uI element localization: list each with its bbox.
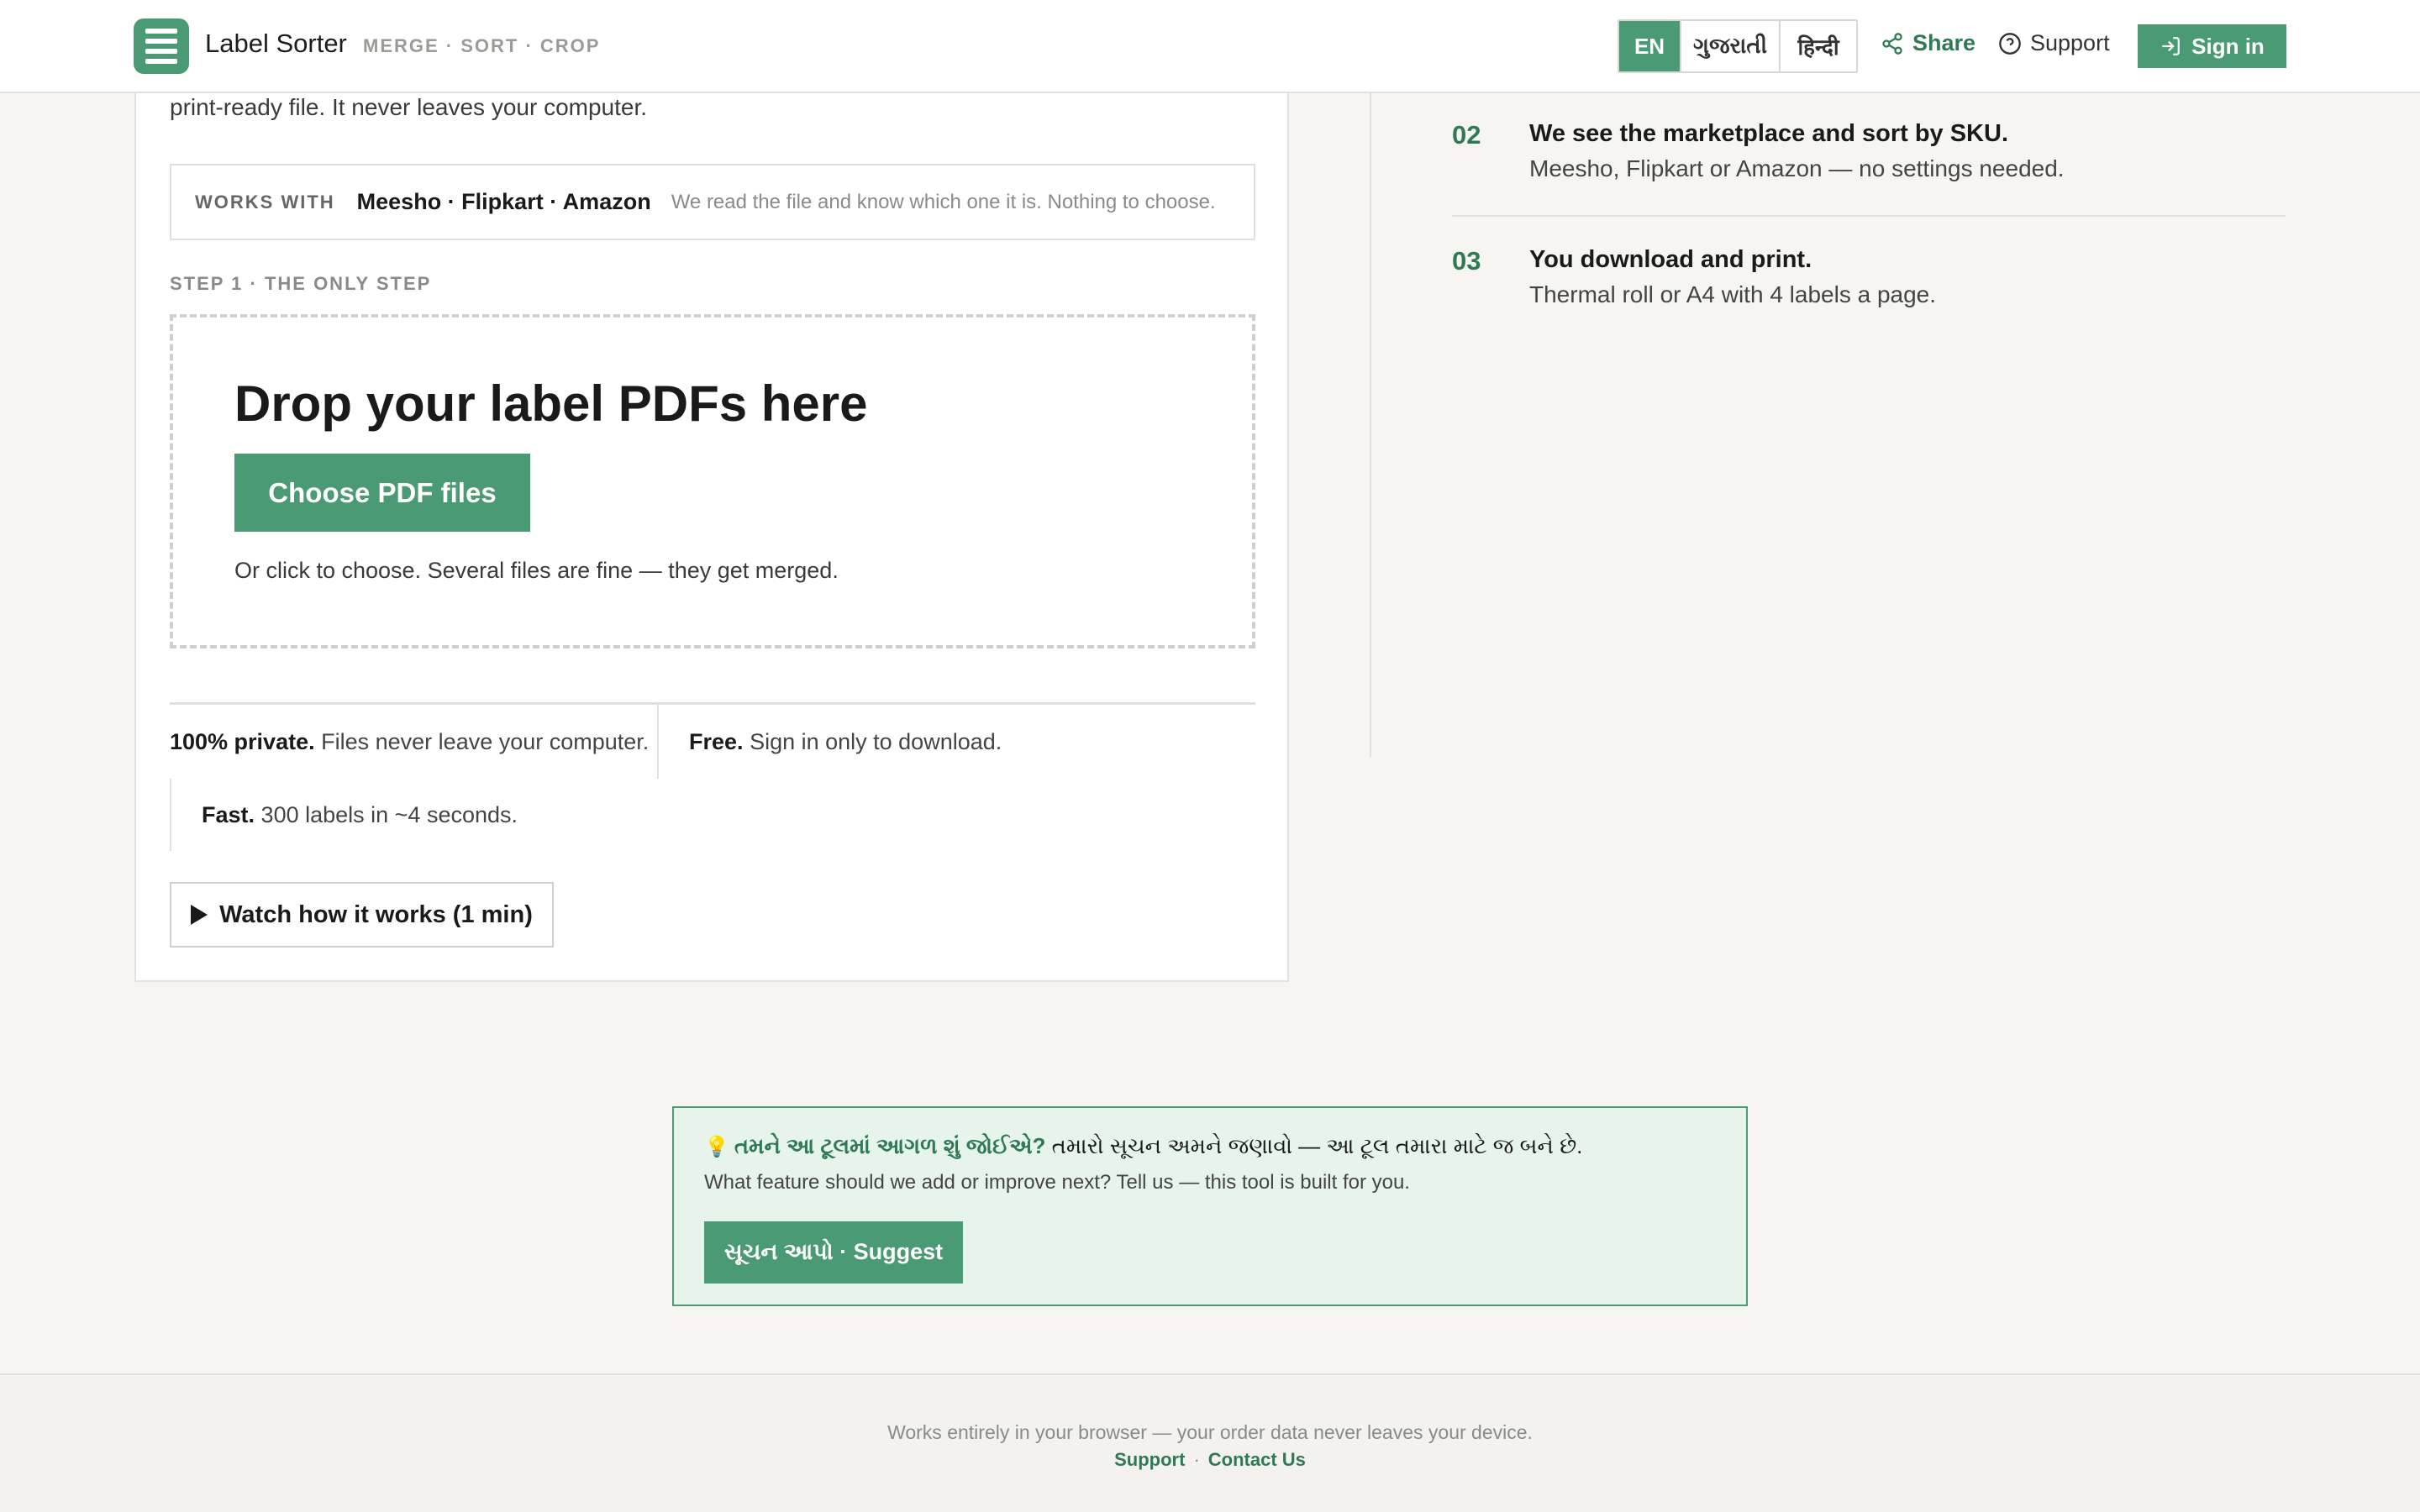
support-label: Support xyxy=(2030,30,2110,55)
feature-fast-bold: Fast. xyxy=(202,802,255,827)
feedback-question-line: 💡 તમને આ ટૂલમાં આગળ શું જોઈએ? તમારો સૂચન … xyxy=(704,1133,1582,1160)
watch-video-label: Watch how it works (1 min) xyxy=(219,900,533,928)
share-button[interactable]: Share xyxy=(1881,30,1975,56)
works-with-note: We read the file and know which one it i… xyxy=(671,190,1216,213)
footer-support-link[interactable]: Support xyxy=(1114,1449,1185,1470)
sign-in-button[interactable]: Sign in xyxy=(2138,24,2286,68)
feature-fast: Fast. 300 labels in ~4 seconds. xyxy=(202,802,518,828)
dropzone-note: Or click to choose. Several files are fi… xyxy=(234,558,839,583)
lang-button-en[interactable]: EN xyxy=(1619,21,1681,71)
share-icon xyxy=(1882,32,1902,55)
choose-pdf-button[interactable]: Choose PDF files xyxy=(234,454,530,532)
feedback-box: 💡 તમને આ ટૂલમાં આગળ શું જોઈએ? તમારો સૂચન … xyxy=(672,1106,1748,1306)
works-with-bar: WORKS WITH Meesho · Flipkart · Amazon We… xyxy=(170,164,1255,240)
dropzone-title: Drop your label PDFs here xyxy=(234,375,868,432)
play-icon xyxy=(191,905,208,925)
pdf-dropzone[interactable]: Drop your label PDFs here Choose PDF fil… xyxy=(170,314,1255,648)
share-label: Share xyxy=(1912,30,1976,55)
feedback-english: What feature should we add or improve ne… xyxy=(704,1171,1410,1194)
support-button[interactable]: Support xyxy=(1998,30,2110,56)
step-number: 03 xyxy=(1452,246,1481,276)
feature-free: Free. Sign in only to download. xyxy=(689,729,1002,755)
column-divider xyxy=(1370,93,1371,757)
footer-note: Works entirely in your browser — your or… xyxy=(887,1421,1533,1443)
step-title: You download and print. xyxy=(1529,246,1812,273)
sign-in-label: Sign in xyxy=(2191,33,2265,59)
lightbulb-icon: 💡 xyxy=(704,1136,729,1158)
help-circle-icon xyxy=(1999,32,2021,55)
lang-button-hindi[interactable]: हिन्दी xyxy=(1781,21,1856,71)
suggest-button[interactable]: સૂચન આપો · Suggest xyxy=(704,1221,963,1284)
watch-video-button[interactable]: Watch how it works (1 min) xyxy=(170,882,554,948)
marketplaces-list: Meesho · Flipkart · Amazon xyxy=(356,189,651,214)
app-tagline: MERGE · SORT · CROP xyxy=(363,35,601,56)
step-description: Thermal roll or A4 with 4 labels a page. xyxy=(1529,281,1937,307)
language-switcher: EN ગુજરાતી हिन्दी xyxy=(1618,19,1858,73)
footer-links: Support · Contact Us xyxy=(0,1449,2420,1471)
footer-contact-link[interactable]: Contact Us xyxy=(1208,1449,1306,1470)
step-description: Meesho, Flipkart or Amazon — no settings… xyxy=(1529,155,2065,181)
feedback-question: તમને આ ટૂલમાં આગળ શું જોઈએ? xyxy=(734,1133,1046,1158)
app-logo-icon[interactable] xyxy=(134,18,189,74)
step-label: STEP 1 · THE ONLY STEP xyxy=(170,273,432,294)
top-header: Label Sorter MERGE · SORT · CROP EN ગુજર… xyxy=(0,0,2420,93)
steps-divider xyxy=(1452,215,2286,217)
footer-separator: · xyxy=(1193,1449,1200,1470)
app-title[interactable]: Label Sorter xyxy=(205,29,347,59)
step-number: 02 xyxy=(1452,120,1481,150)
feature-private-text: Files never leave your computer. xyxy=(321,729,650,754)
features-divider xyxy=(170,702,1255,705)
feature-divider xyxy=(170,779,171,851)
lang-button-gujarati[interactable]: ગુજરાતી xyxy=(1681,21,1781,71)
feature-fast-text: 300 labels in ~4 seconds. xyxy=(260,802,518,827)
step-title: We see the marketplace and sort by SKU. xyxy=(1529,120,2009,147)
feature-private-bold: 100% private. xyxy=(170,729,315,754)
page-footer: Works entirely in your browser — your or… xyxy=(0,1373,2420,1512)
feature-private: 100% private. Files never leave your com… xyxy=(170,729,649,755)
feature-free-text: Sign in only to download. xyxy=(750,729,1002,754)
feedback-question-tail: તમારો સૂચન અમને જણાવો — આ ટૂલ તમારા માટે… xyxy=(1051,1133,1583,1158)
feature-free-bold: Free. xyxy=(689,729,744,754)
works-with-label: WORKS WITH xyxy=(195,191,335,213)
intro-text: print-ready file. It never leaves your c… xyxy=(170,94,648,120)
sign-in-icon xyxy=(2162,37,2180,55)
feature-divider xyxy=(657,705,659,779)
